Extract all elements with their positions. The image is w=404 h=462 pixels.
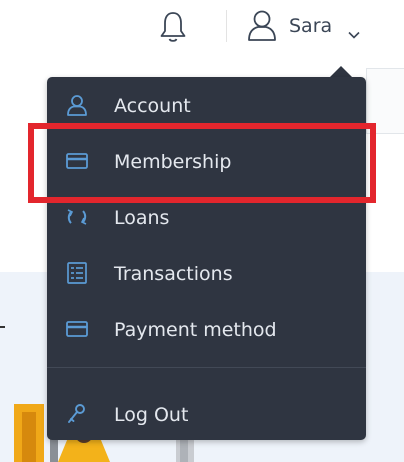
chevron-down-icon[interactable]	[348, 24, 360, 39]
menu-item-label: Transactions	[114, 263, 233, 285]
user-dropdown-menu: Account Membership Loans Transactions Pa…	[47, 77, 366, 440]
top-header: Sara	[0, 0, 404, 60]
menu-item-label: Membership	[114, 151, 232, 173]
key-icon	[65, 403, 89, 425]
user-icon[interactable]	[246, 8, 278, 42]
user-icon	[65, 94, 89, 116]
menu-item-label: Log Out	[114, 404, 189, 426]
menu-divider	[47, 367, 366, 368]
page-decoration	[0, 326, 5, 328]
menu-item-transactions[interactable]: Transactions	[47, 249, 366, 297]
header-divider	[226, 10, 227, 42]
refresh-icon	[65, 206, 89, 228]
card-icon	[65, 150, 89, 172]
menu-item-account[interactable]: Account	[47, 81, 366, 129]
page-side-panel	[366, 68, 404, 134]
bell-icon[interactable]	[158, 10, 188, 44]
menu-item-label: Payment method	[114, 319, 277, 341]
user-name[interactable]: Sara	[289, 15, 332, 37]
menu-item-payment-method[interactable]: Payment method	[47, 305, 366, 353]
menu-item-label: Loans	[114, 207, 170, 229]
list-icon	[65, 262, 89, 284]
menu-item-log-out[interactable]: Log Out	[47, 390, 366, 438]
menu-item-label: Account	[114, 95, 191, 117]
menu-item-loans[interactable]: Loans	[47, 193, 366, 241]
card-icon	[65, 318, 89, 340]
menu-item-membership[interactable]: Membership	[47, 137, 366, 185]
